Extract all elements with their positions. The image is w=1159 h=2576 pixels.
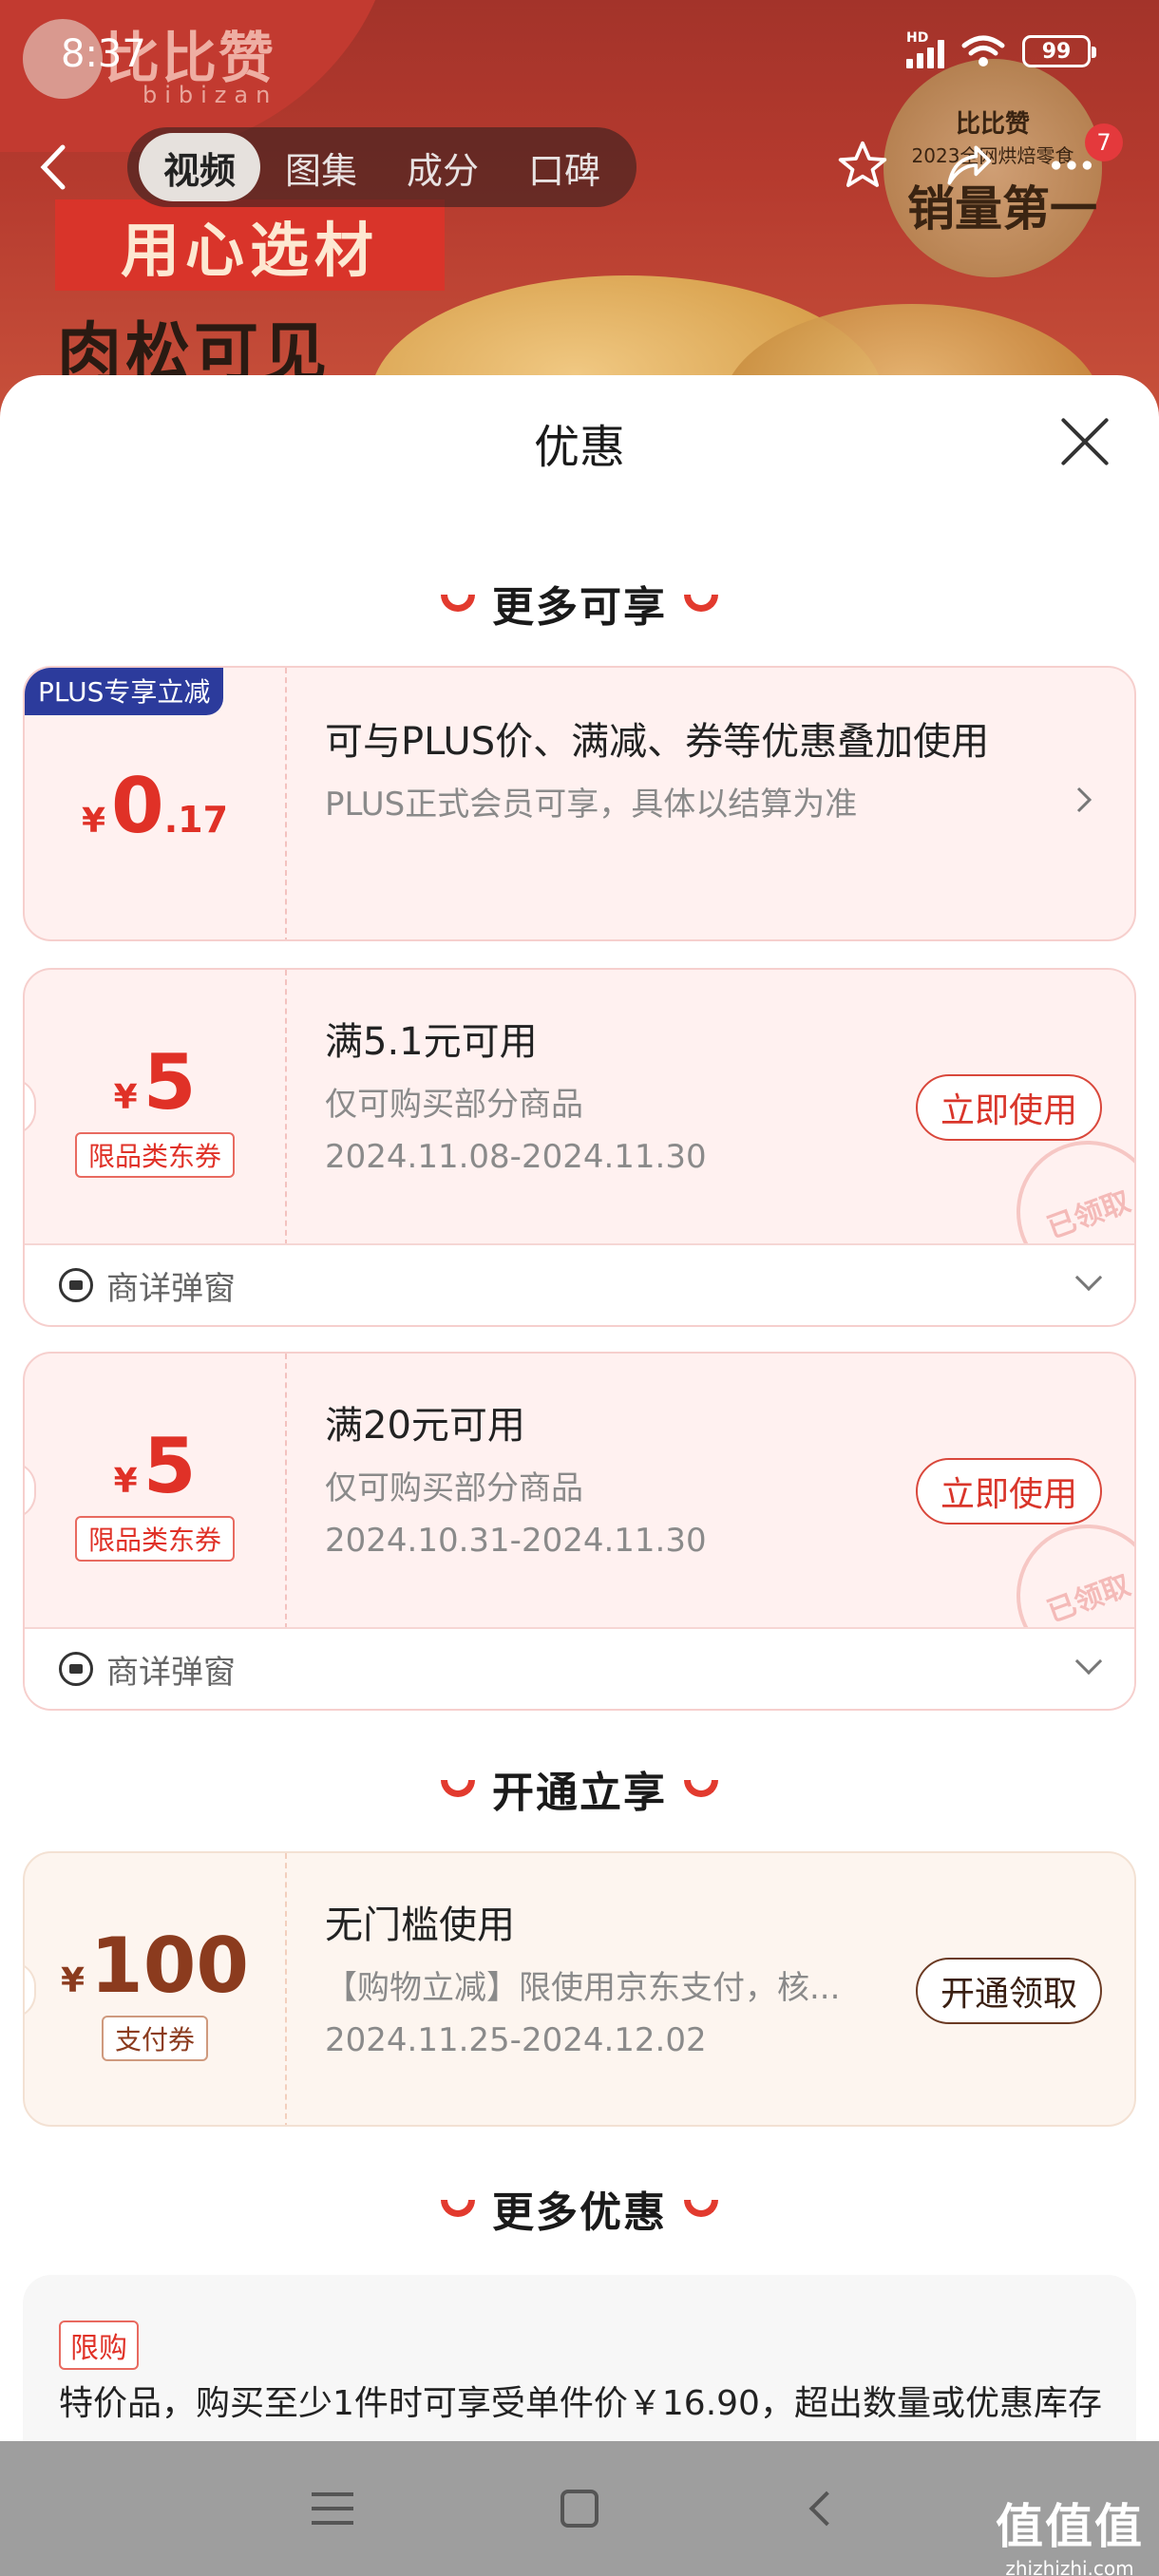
coupon-amount: ¥ 5	[113, 1037, 197, 1127]
coupon-validity: 2024.11.08-2024.11.30	[325, 1138, 707, 1176]
watermark-logo: 值值值	[996, 2499, 1144, 2554]
pay-coupon-validity: 2024.11.25-2024.12.02	[325, 2021, 707, 2059]
close-icon[interactable]	[1056, 413, 1113, 470]
activate-claim-button[interactable]: 开通领取	[915, 1958, 1102, 2024]
section-more-discounts: 更多优惠	[0, 2178, 1159, 2239]
smile-decor-icon	[441, 595, 475, 612]
chevron-down-icon[interactable]	[1074, 1263, 1103, 1292]
coupon-validity: 2024.10.31-2024.11.30	[325, 1522, 707, 1560]
coupon-threshold: 满5.1元可用	[325, 1020, 538, 1064]
star-icon[interactable]	[832, 135, 893, 196]
home-button[interactable]	[456, 2461, 703, 2556]
smile-decor-icon	[684, 1780, 718, 1797]
smile-decor-icon	[441, 1780, 475, 1797]
coupon-amount-block: ¥ 5 限品类东券	[25, 970, 287, 1245]
smile-decor-icon	[441, 2200, 475, 2217]
top-nav-actions: 7	[832, 123, 1123, 196]
section-more-available: 更多可享	[0, 573, 1159, 634]
menu-icon	[312, 2492, 353, 2525]
coupon-footer-label: 商详弹窗	[106, 1269, 236, 1308]
section-open-now: 开通立享	[0, 1758, 1159, 1819]
product-tagline-1: 用心选材	[55, 199, 445, 291]
menu-button[interactable]	[209, 2461, 456, 2556]
status-icons: HD 99	[906, 30, 1096, 68]
chevron-down-icon[interactable]	[1074, 1647, 1103, 1676]
discount-bottom-sheet: 优惠 更多可享 ¥ 0 .17 PLUS专享立减 可与PLUS价、满减、券等优惠…	[0, 375, 1159, 2576]
smile-decor-icon	[684, 2200, 718, 2217]
chevron-right-icon[interactable]	[1075, 780, 1092, 824]
home-icon	[560, 2490, 598, 2528]
system-nav-bar	[0, 2441, 1159, 2576]
coupon-footer[interactable]: 商详弹窗	[25, 1627, 1134, 1709]
ticket-icon	[59, 1268, 93, 1302]
use-now-button[interactable]: 立即使用	[915, 1074, 1102, 1141]
plus-card-title: 可与PLUS价、满减、券等优惠叠加使用	[325, 720, 990, 764]
coupon-details: 满20元可用 仅可购买部分商品 2024.10.31-2024.11.30	[325, 1399, 707, 1560]
plus-amount: ¥ 0 .17	[81, 761, 229, 850]
plus-exclusive-label: PLUS专享立减	[25, 668, 224, 715]
pay-coupon-details: 无门槛使用 【购物立减】限使用京东支付，核... 2024.11.25-2024…	[325, 1899, 895, 2059]
plus-card-details: 可与PLUS价、满减、券等优惠叠加使用 PLUS正式会员可享，具体以结算为准	[325, 715, 990, 824]
back-icon[interactable]	[19, 127, 86, 207]
smile-decor-icon	[684, 595, 718, 612]
product-top-nav: 视频 图集 成分 口碑	[19, 127, 637, 207]
battery-icon: 99	[1022, 35, 1096, 67]
coupon-footer[interactable]: 商详弹窗	[25, 1243, 1134, 1325]
coupon-amount-block: ¥ 5 限品类东券	[25, 1354, 287, 1629]
pay-coupon-chip: 支付券	[101, 2015, 208, 2061]
share-icon[interactable]	[937, 135, 998, 196]
coupon-card: ¥ 5 限品类东券 满20元可用 仅可购买部分商品 2024.10.31-202…	[23, 1352, 1136, 1711]
coupon-threshold: 满20元可用	[325, 1404, 525, 1448]
pay-coupon-amount: ¥ 100	[60, 1921, 250, 2010]
plus-discount-card[interactable]: ¥ 0 .17 PLUS专享立减 可与PLUS价、满减、券等优惠叠加使用 PLU…	[23, 666, 1136, 941]
section-title: 开通立享	[492, 1769, 667, 1817]
back-arrow-icon	[808, 2491, 845, 2527]
pay-coupon-title: 无门槛使用	[325, 1904, 515, 1947]
watermark-url: zhizhizhi.com	[1005, 2557, 1134, 2576]
pay-coupon-subtitle: 【购物立减】限使用京东支付，核...	[325, 1969, 841, 2007]
tab-ingredients[interactable]: 成分	[382, 133, 504, 201]
more-icon[interactable]: 7	[1041, 123, 1123, 196]
section-title: 更多可享	[492, 583, 667, 632]
pay-coupon-card: ¥ 100 支付券 无门槛使用 【购物立减】限使用京东支付，核... 2024.…	[23, 1851, 1136, 2127]
plus-card-subtitle: PLUS正式会员可享，具体以结算为准	[325, 786, 858, 824]
limit-tag: 限购	[59, 2320, 139, 2370]
sheet-title: 优惠	[533, 421, 625, 474]
section-title: 更多优惠	[492, 2188, 667, 2237]
watermark: 值值值 zhizhizhi.com	[996, 2489, 1144, 2576]
tab-video[interactable]: 视频	[139, 133, 261, 201]
coupon-type-chip: 限品类东券	[74, 1131, 235, 1178]
network-type: HD	[906, 30, 929, 46]
use-now-button[interactable]: 立即使用	[915, 1458, 1102, 1525]
coupon-scope: 仅可购买部分商品	[325, 1086, 583, 1124]
coupon-footer-label: 商详弹窗	[106, 1653, 236, 1692]
status-time: 8:37	[61, 32, 146, 76]
wifi-icon	[961, 35, 1005, 66]
coupon-details: 满5.1元可用 仅可购买部分商品 2024.11.08-2024.11.30	[325, 1015, 707, 1176]
ticket-icon	[59, 1652, 93, 1686]
media-tabs: 视频 图集 成分 口碑	[127, 127, 637, 207]
pay-coupon-amount-block: ¥ 100 支付券	[25, 1853, 287, 2125]
back-button[interactable]	[703, 2461, 950, 2556]
tab-gallery[interactable]: 图集	[260, 133, 382, 201]
tab-reviews[interactable]: 口碑	[504, 133, 625, 201]
limit-description: 特价品，购买至少1件时可享受单件价￥16.90，超出数量或优惠库存	[59, 2384, 1102, 2423]
cell-signal-icon: HD	[906, 30, 944, 68]
coupon-card: ¥ 5 限品类东券 满5.1元可用 仅可购买部分商品 2024.11.08-20…	[23, 968, 1136, 1327]
battery-level: 99	[1041, 39, 1072, 64]
coupon-type-chip: 限品类东券	[74, 1515, 235, 1562]
coupon-scope: 仅可购买部分商品	[325, 1469, 583, 1507]
coupon-amount: ¥ 5	[113, 1421, 197, 1510]
notification-badge: 7	[1085, 123, 1123, 161]
status-bar: 8:37 HD 99	[0, 0, 1159, 104]
